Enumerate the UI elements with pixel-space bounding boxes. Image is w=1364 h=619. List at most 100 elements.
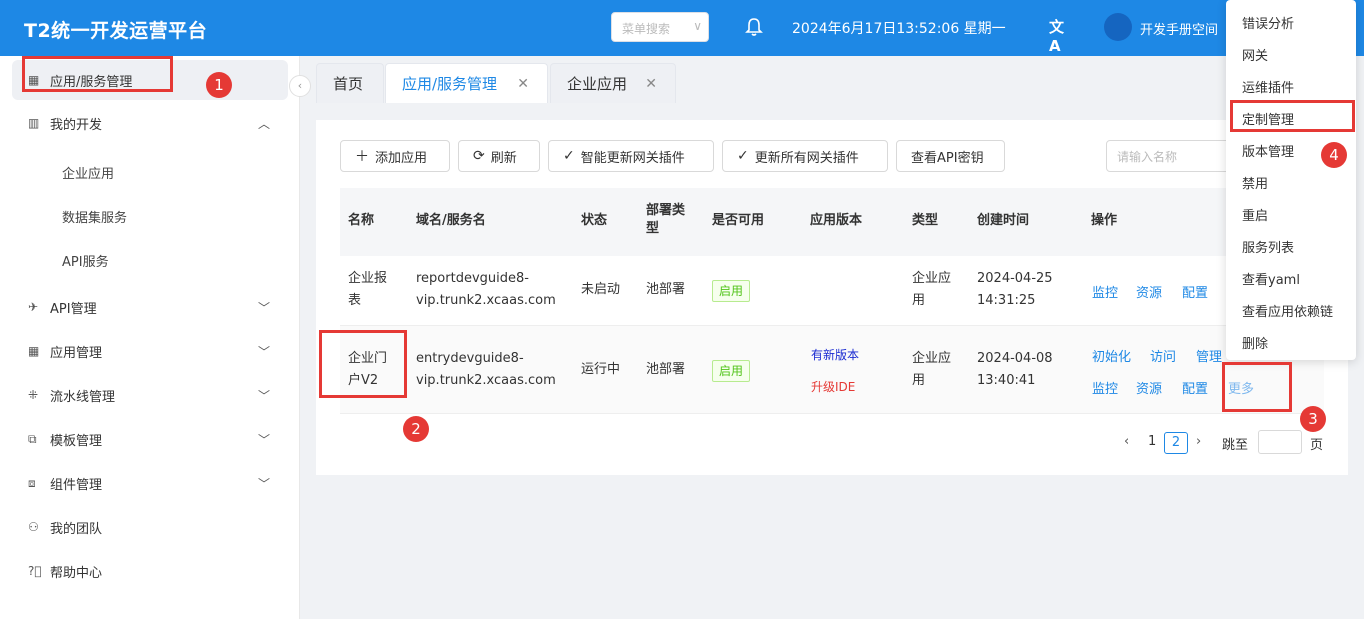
close-icon[interactable]: ✕ — [517, 64, 529, 104]
tab-enterprise-app[interactable]: 企业应用 ✕ — [550, 63, 676, 103]
sidebar-item-label: 帮助中心 — [50, 565, 103, 581]
grid-icon: ▦ — [28, 344, 40, 358]
upgrade-ide-link[interactable]: 升级IDE — [811, 378, 855, 395]
tab-home[interactable]: 首页 — [316, 63, 384, 103]
chevron-down-icon: ∨ — [693, 19, 702, 33]
add-app-button[interactable]: ＋ 添加应用 — [340, 140, 450, 172]
page-1-button[interactable]: 1 — [1148, 434, 1156, 449]
menu-item-version-management[interactable]: 版本管理 — [1242, 141, 1294, 160]
top-header: T2统一开发运营平台 菜单搜索 ∨ 2024年6月17日13:52:06 星期一… — [0, 0, 1364, 56]
close-icon[interactable]: ✕ — [645, 64, 657, 104]
column-header: 应用版本 — [810, 213, 863, 228]
sidebar-item-pipeline[interactable]: ⁜ 流水线管理 ﹀ — [0, 375, 290, 415]
status-badge: 启用 — [712, 360, 751, 382]
resource-link[interactable]: 资源 — [1136, 282, 1162, 301]
bell-icon[interactable] — [745, 17, 763, 37]
refresh-button[interactable]: ⟳ 刷新 — [458, 140, 540, 172]
menu-item-ops-plugin[interactable]: 运维插件 — [1242, 77, 1294, 96]
check-icon: ✓ — [563, 148, 575, 164]
column-header: 是否可用 — [712, 213, 765, 228]
annotation-number-1: 1 — [206, 72, 232, 98]
menu-item-restart[interactable]: 重启 — [1242, 205, 1268, 224]
datetime-display: 2024年6月17日13:52:06 星期一 — [792, 21, 1006, 37]
button-label: 查看API密钥 — [911, 150, 984, 166]
menu-item-view-yaml[interactable]: 查看yaml — [1242, 269, 1300, 288]
code-board-icon: ▥ — [28, 116, 40, 130]
sidebar-subitem-dataset-service[interactable]: 数据集服务 — [62, 207, 127, 226]
brand-title: T2统一开发运营平台 — [24, 20, 208, 42]
initialize-link[interactable]: 初始化 — [1092, 346, 1131, 365]
tab-app-service[interactable]: 应用/服务管理 ✕ — [385, 63, 548, 103]
name-search-input[interactable]: 请输入名称 — [1106, 140, 1236, 172]
chevron-down-icon: ﹀ — [258, 476, 271, 491]
page-2-button[interactable]: 2 — [1164, 432, 1188, 454]
update-all-gateway-button[interactable]: ✓ 更新所有网关插件 — [722, 140, 888, 172]
table-header: 名称 域名/服务名 状态 部署类型 是否可用 应用版本 类型 创建时间 操作 — [340, 188, 1324, 256]
visit-link[interactable]: 访问 — [1150, 346, 1176, 365]
sidebar-item-component[interactable]: ⧈ 组件管理 ﹀ — [0, 463, 290, 503]
annotation-number-3: 3 — [1300, 406, 1326, 432]
menu-item-service-list[interactable]: 服务列表 — [1242, 237, 1294, 256]
monitor-link[interactable]: 监控 — [1092, 378, 1118, 397]
column-header: 名称 — [348, 213, 375, 228]
monitor-link[interactable]: 监控 — [1092, 282, 1118, 301]
menu-item-error-analysis[interactable]: 错误分析 — [1242, 13, 1294, 32]
cell-type: 企业应用 — [912, 271, 952, 308]
next-page-icon[interactable]: › — [1196, 434, 1201, 449]
sidebar-item-help[interactable]: ?⃝ 帮助中心 — [0, 551, 290, 591]
sidebar-item-label: 流水线管理 — [50, 389, 116, 405]
cell-domain: entrydevguide8-vip.trunk2.xcaas.com — [416, 351, 556, 388]
new-version-link[interactable]: 有新版本 — [811, 346, 859, 363]
menu-item-gateway[interactable]: 网关 — [1242, 45, 1268, 64]
button-label: 刷新 — [490, 150, 517, 166]
page-jump-input[interactable] — [1258, 430, 1302, 454]
sidebar-collapse-button[interactable]: ‹ — [289, 75, 311, 97]
sidebar-item-app-management[interactable]: ▦ 应用管理 ﹀ — [0, 331, 290, 371]
component-icon: ⧈ — [28, 476, 36, 490]
menu-search-select[interactable]: 菜单搜索 ∨ — [611, 12, 709, 42]
resource-link[interactable]: 资源 — [1136, 378, 1162, 397]
manage-link[interactable]: 管理 — [1196, 346, 1222, 365]
annotation-box-1 — [22, 56, 173, 92]
status-badge: 启用 — [712, 280, 751, 302]
page-suffix-label: 页 — [1310, 438, 1324, 453]
app-list-card: ＋ 添加应用 ⟳ 刷新 ✓ 智能更新网关插件 ✓ 更新所有网关插件 查看API密… — [316, 120, 1348, 475]
user-workspace-label[interactable]: 开发手册空间 — [1140, 19, 1218, 38]
config-link[interactable]: 配置 — [1182, 282, 1208, 301]
button-label: 更新所有网关插件 — [754, 150, 859, 166]
help-icon: ?⃝ — [28, 564, 42, 578]
sidebar-item-label: 应用管理 — [50, 345, 103, 361]
sidebar-subitem-enterprise-app[interactable]: 企业应用 — [62, 163, 114, 182]
avatar[interactable] — [1104, 13, 1132, 41]
chevron-down-icon: ﹀ — [258, 344, 271, 359]
cell-deploy: 池部署 — [646, 362, 686, 377]
menu-search-placeholder: 菜单搜索 — [622, 22, 671, 36]
sidebar-item-label: 组件管理 — [50, 477, 103, 493]
cell-created: 2024-04-08 13:40:41 — [977, 351, 1053, 388]
column-header: 创建时间 — [977, 213, 1030, 228]
sidebar-item-my-dev[interactable]: ▥ 我的开发 ︿ — [0, 103, 290, 143]
translate-icon[interactable]: 文A — [1049, 16, 1069, 55]
rocket-icon: ✈ — [28, 300, 39, 314]
config-link[interactable]: 配置 — [1182, 378, 1208, 397]
flow-icon: ⁜ — [28, 388, 39, 402]
sidebar-subitem-api-service[interactable]: API服务 — [62, 251, 109, 270]
cell-type: 企业应用 — [912, 351, 952, 388]
cell-status: 运行中 — [581, 362, 621, 377]
sidebar-item-team[interactable]: ⚇ 我的团队 — [0, 507, 290, 547]
prev-page-icon[interactable]: ‹ — [1124, 434, 1129, 449]
view-api-key-button[interactable]: 查看API密钥 — [896, 140, 1005, 172]
smart-update-gateway-button[interactable]: ✓ 智能更新网关插件 — [548, 140, 714, 172]
menu-item-dependency-chain[interactable]: 查看应用依赖链 — [1242, 301, 1333, 320]
button-label: 智能更新网关插件 — [580, 150, 685, 166]
menu-item-disable[interactable]: 禁用 — [1242, 173, 1268, 192]
check-icon: ✓ — [737, 148, 749, 164]
sidebar-item-api-management[interactable]: ✈ API管理 ﹀ — [0, 287, 290, 327]
sidebar-item-template[interactable]: ⧉ 模板管理 ﹀ — [0, 419, 290, 459]
chevron-down-icon: ﹀ — [258, 388, 271, 403]
annotation-box-4 — [1230, 100, 1355, 132]
sidebar-item-label: 我的团队 — [50, 521, 103, 537]
refresh-icon: ⟳ — [473, 148, 485, 164]
menu-item-delete[interactable]: 删除 — [1242, 333, 1268, 352]
annotation-box-3 — [1222, 362, 1292, 412]
